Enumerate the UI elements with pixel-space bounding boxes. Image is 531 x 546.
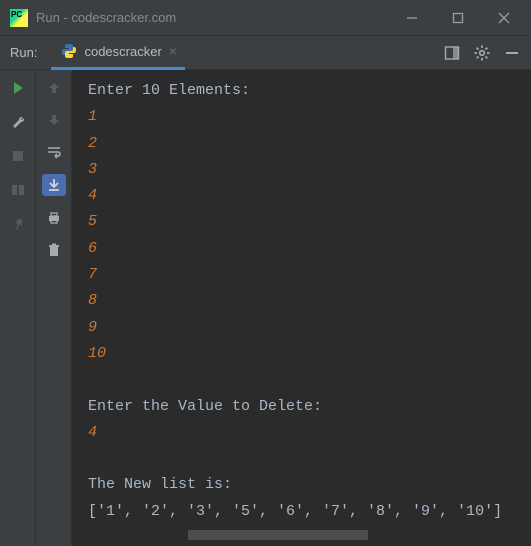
- tab-name: codescracker: [84, 44, 161, 59]
- maximize-button[interactable]: [435, 0, 481, 36]
- input-line: 8: [88, 292, 97, 309]
- delete-value: 4: [88, 424, 97, 441]
- console-output[interactable]: Enter 10 Elements: 1 2 3 4 5 6 7 8 9 10 …: [72, 70, 531, 546]
- python-icon: [61, 43, 77, 59]
- gutter-left: [0, 70, 36, 546]
- scroll-to-end-button[interactable]: [42, 174, 66, 196]
- up-arrow-icon[interactable]: [44, 78, 64, 98]
- input-line: 5: [88, 213, 97, 230]
- input-line: 2: [88, 135, 97, 152]
- pycharm-icon: [10, 9, 28, 27]
- result-value: ['1', '2', '3', '5', '6', '7', '8', '9',…: [88, 503, 502, 520]
- gutter-secondary: [36, 70, 72, 546]
- close-button[interactable]: [481, 0, 527, 36]
- settings-button[interactable]: [469, 40, 495, 66]
- window-title: Run - codescracker.com: [36, 10, 389, 25]
- input-line: 3: [88, 161, 97, 178]
- input-line: 10: [88, 345, 106, 362]
- input-line: 4: [88, 187, 97, 204]
- run-content: Enter 10 Elements: 1 2 3 4 5 6 7 8 9 10 …: [0, 70, 531, 546]
- prompt-enter: Enter 10 Elements:: [88, 82, 259, 99]
- run-tabbar: Run: codescracker ×: [0, 36, 531, 70]
- run-tab[interactable]: codescracker ×: [51, 36, 185, 70]
- prompt-delete: Enter the Value to Delete:: [88, 398, 331, 415]
- input-line: 9: [88, 319, 97, 336]
- stop-button[interactable]: [8, 146, 28, 166]
- titlebar: Run - codescracker.com: [0, 0, 531, 36]
- hide-button[interactable]: [499, 40, 525, 66]
- down-arrow-icon[interactable]: [44, 110, 64, 130]
- layout-icon[interactable]: [8, 180, 28, 200]
- input-line: 6: [88, 240, 97, 257]
- result-label: The New list is:: [88, 476, 241, 493]
- run-label: Run:: [0, 45, 51, 60]
- soft-wrap-button[interactable]: [44, 142, 64, 162]
- trash-button[interactable]: [44, 240, 64, 260]
- print-button[interactable]: [44, 208, 64, 228]
- pin-button[interactable]: [8, 214, 28, 234]
- minimize-button[interactable]: [389, 0, 435, 36]
- tab-close-icon[interactable]: ×: [169, 44, 177, 58]
- input-line: 1: [88, 108, 97, 125]
- rerun-button[interactable]: [8, 78, 28, 98]
- scrollbar-thumb[interactable]: [188, 530, 368, 540]
- wrench-button[interactable]: [8, 112, 28, 132]
- horizontal-scrollbar[interactable]: [88, 530, 488, 540]
- layout-button[interactable]: [439, 40, 465, 66]
- input-line: 7: [88, 266, 97, 283]
